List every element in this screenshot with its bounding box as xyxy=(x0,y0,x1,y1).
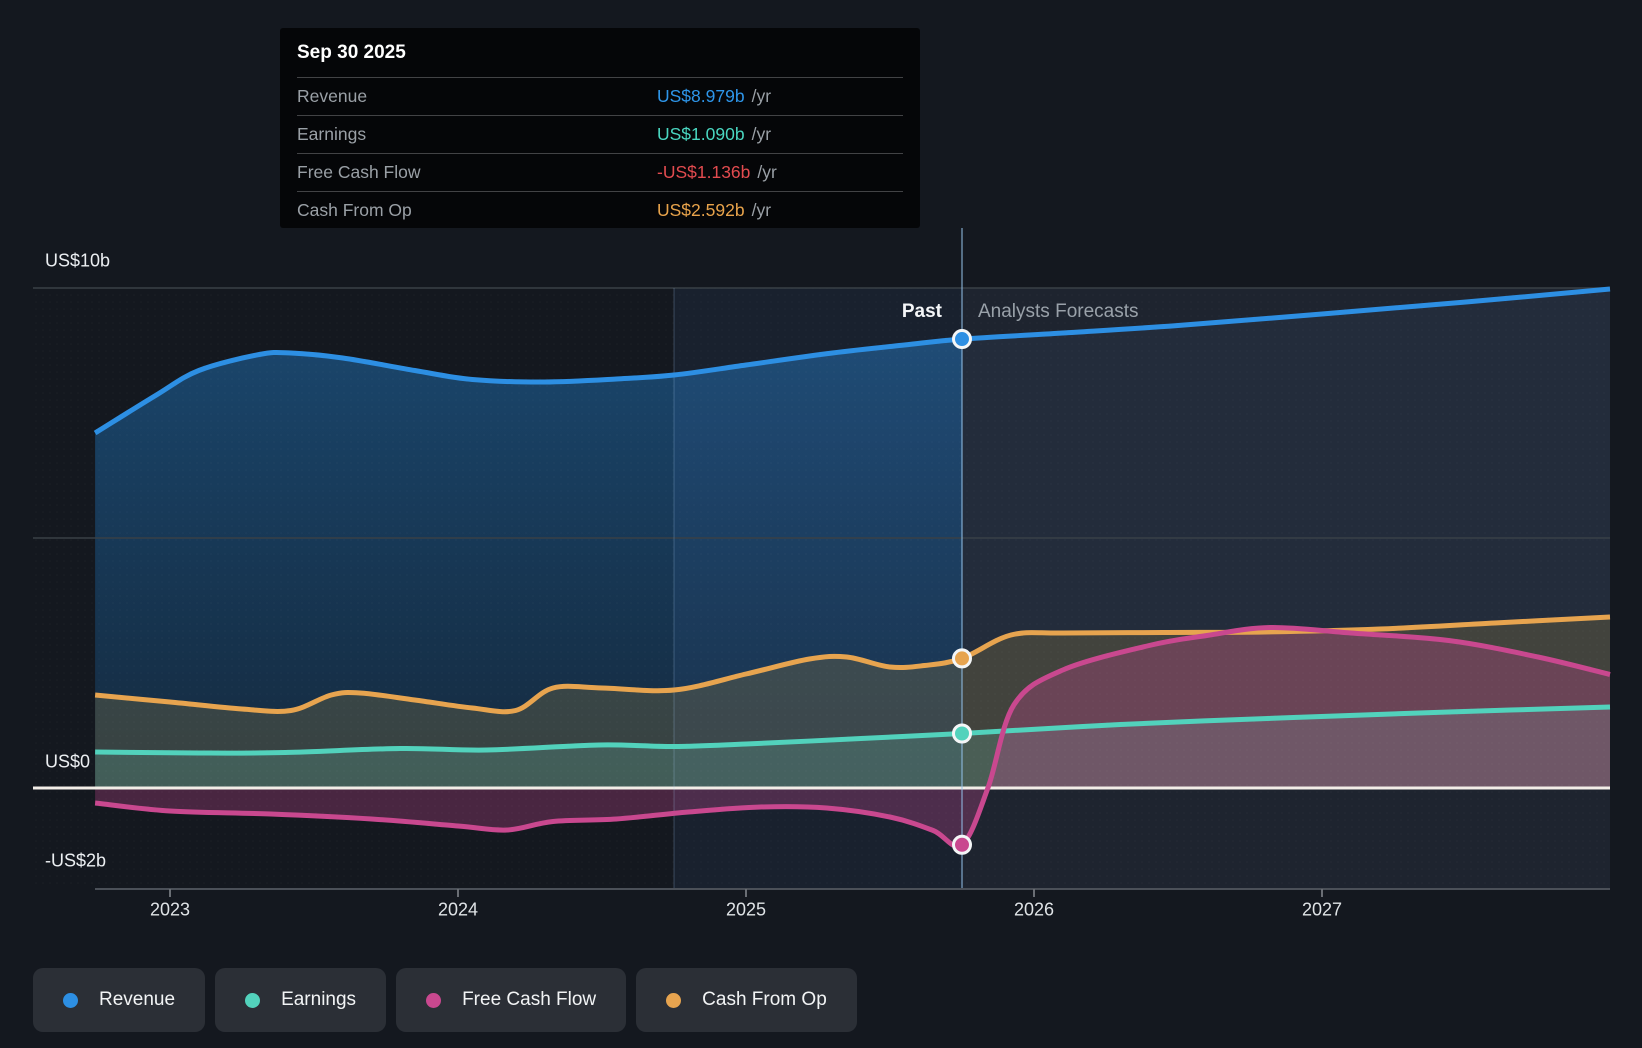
legend-item-revenue[interactable]: Revenue xyxy=(33,968,206,1032)
y-axis-label-10b: US$10b xyxy=(45,250,111,271)
tooltip-date: Sep 30 2025 xyxy=(297,41,406,63)
legend-label: Earnings xyxy=(281,989,357,1010)
earnings-revenue-forecast-chart: US$10b US$0 -US$2b 2023 2024 2025 2026 2… xyxy=(0,0,1642,1048)
revenue-marker[interactable] xyxy=(952,329,972,350)
revenue-dot-icon xyxy=(63,992,78,1008)
tooltip-row-cash-from-op: Cash From Op US$2.592b/yr xyxy=(297,191,903,229)
free-cash-flow-marker[interactable] xyxy=(952,834,972,855)
tooltip-suffix: /yr xyxy=(751,124,772,144)
legend-label: Cash From Op xyxy=(702,989,827,1010)
tooltip-suffix: /yr xyxy=(757,162,777,182)
earnings-marker[interactable] xyxy=(952,723,972,744)
tooltip-suffix: /yr xyxy=(751,200,772,220)
tooltip-row-earnings: Earnings US$1.090b/yr xyxy=(297,115,903,153)
tooltip-value: US$8.979b xyxy=(657,86,745,106)
x-axis-label-2025: 2025 xyxy=(725,899,767,920)
cash-from-op-dot-icon xyxy=(666,992,682,1008)
cash-from-op-marker[interactable] xyxy=(952,648,972,669)
tooltip-label: Free Cash Flow xyxy=(297,162,421,182)
tooltip-row-free-cash-flow: Free Cash Flow -US$1.136b/yr xyxy=(297,153,903,191)
past-label: Past xyxy=(901,301,942,322)
x-axis-label-2023: 2023 xyxy=(149,899,191,920)
plot-texture xyxy=(33,288,1610,889)
x-axis-label-2027: 2027 xyxy=(1301,899,1343,920)
tooltip-row-revenue: Revenue US$8.979b/yr xyxy=(297,77,903,115)
legend-item-earnings[interactable]: Earnings xyxy=(215,968,387,1032)
x-axis-label-2024: 2024 xyxy=(437,899,479,920)
tooltip-value: -US$1.136b xyxy=(657,162,751,182)
tooltip-suffix: /yr xyxy=(751,86,772,106)
y-axis-label-neg2b: -US$2b xyxy=(45,850,107,871)
tooltip-label: Earnings xyxy=(297,124,367,144)
x-axis-label-2026: 2026 xyxy=(1013,899,1055,920)
chart-legend: Revenue Earnings Free Cash Flow Cash Fro… xyxy=(33,968,857,1032)
legend-item-cash-from-op[interactable]: Cash From Op xyxy=(636,968,857,1032)
legend-label: Revenue xyxy=(99,989,176,1010)
tooltip-label: Revenue xyxy=(297,86,368,106)
tooltip-label: Cash From Op xyxy=(297,200,412,220)
free-cash-flow-dot-icon xyxy=(426,992,442,1008)
tooltip-value: US$1.090b xyxy=(657,124,745,144)
legend-label: Free Cash Flow xyxy=(462,989,597,1010)
chart-tooltip: Sep 30 2025 Revenue US$8.979b/yr Earning… xyxy=(280,28,920,228)
y-axis-label-0: US$0 xyxy=(45,751,91,772)
analysts-forecasts-label: Analysts Forecasts xyxy=(978,301,1139,322)
legend-item-free-cash-flow[interactable]: Free Cash Flow xyxy=(396,968,627,1032)
tooltip-value: US$2.592b xyxy=(657,200,745,220)
earnings-dot-icon xyxy=(245,992,261,1008)
